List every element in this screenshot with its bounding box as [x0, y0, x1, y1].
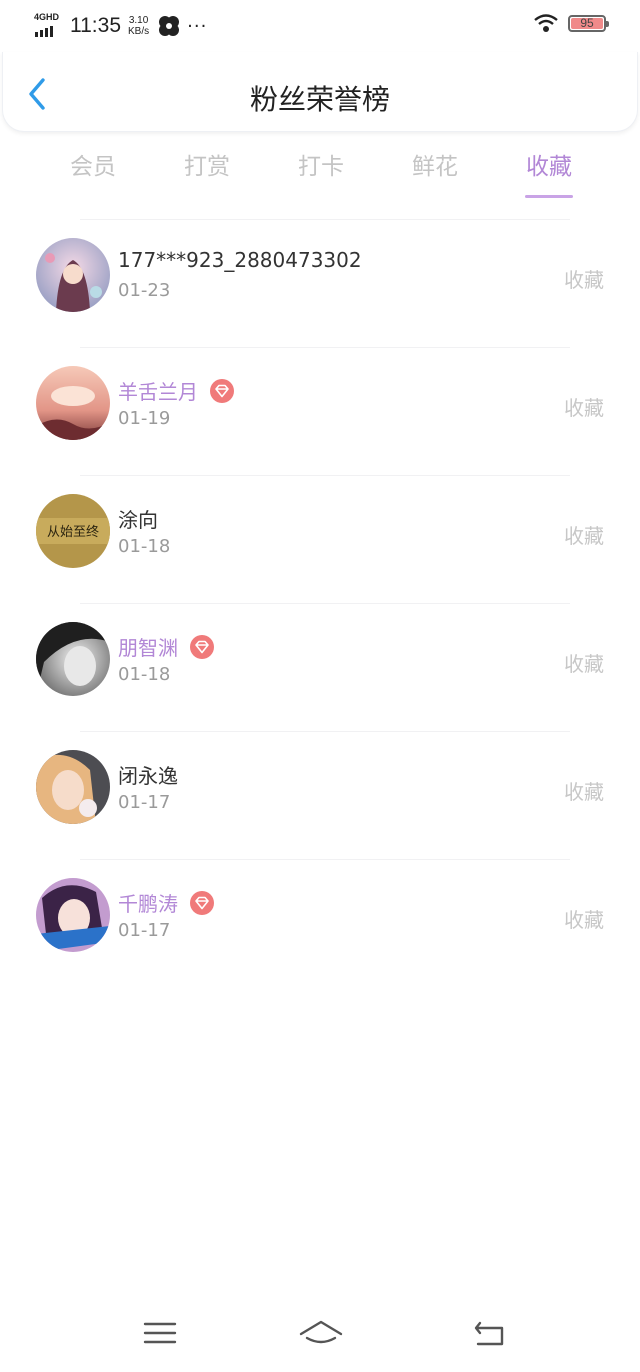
diamond-icon — [190, 634, 214, 659]
fan-name-text: 闭永逸 — [118, 764, 178, 788]
cellular-signal-icon: 4GHD — [34, 12, 64, 40]
list-item[interactable]: 闭永逸 01-17 收藏 — [0, 732, 640, 860]
fan-date: 01-17 — [118, 920, 171, 941]
fan-icon — [159, 16, 180, 36]
diamond-icon — [210, 378, 234, 403]
status-bar: 4GHD 11:35 3.10 KB/s ··· 95 — [0, 0, 640, 52]
fan-date: 01-23 — [118, 280, 171, 301]
network-speed: 3.10 KB/s — [128, 15, 149, 37]
fan-name-text: 羊舌兰月 — [118, 380, 198, 404]
fan-name: 涂向 — [118, 504, 158, 533]
avatar — [36, 750, 110, 824]
favorite-action[interactable]: 收藏 — [564, 392, 604, 421]
list-item[interactable]: 朋智渊 01-18 收藏 — [0, 604, 640, 732]
avatar: 从始至终 — [36, 494, 110, 568]
tab-member[interactable]: 会员 — [36, 150, 150, 198]
return-icon[interactable] — [470, 1316, 510, 1350]
fan-date: 01-18 — [118, 536, 171, 557]
fan-date: 01-17 — [118, 792, 171, 813]
tab-checkin[interactable]: 打卡 — [264, 150, 378, 198]
battery-level: 95 — [580, 15, 594, 30]
status-time: 11:35 — [70, 14, 121, 37]
page-title: 粉丝荣誉榜 — [249, 83, 390, 116]
wifi-icon — [534, 14, 558, 32]
fan-name-text: 朋智渊 — [118, 636, 178, 660]
avatar-text: 从始至终 — [47, 524, 99, 540]
avatar — [36, 238, 110, 312]
avatar — [36, 622, 110, 696]
diamond-icon — [190, 890, 214, 915]
list-item[interactable]: 千鹏涛 01-17 收藏 — [0, 860, 640, 988]
more-notifications-icon: ··· — [187, 15, 208, 37]
fan-name-text: 涂向 — [118, 508, 158, 532]
fan-name: 朋智渊 — [118, 632, 214, 661]
fan-name: 羊舌兰月 — [118, 376, 234, 405]
tab-flower[interactable]: 鲜花 — [378, 150, 492, 198]
favorite-action[interactable]: 收藏 — [564, 776, 604, 805]
fan-name: 千鹏涛 — [118, 888, 214, 917]
tab-reward[interactable]: 打赏 — [150, 150, 264, 198]
favorite-action[interactable]: 收藏 — [564, 520, 604, 549]
fan-name: 闭永逸 — [118, 760, 178, 789]
tab-bar: 会员 打赏 打卡 鲜花 收藏 — [36, 150, 606, 200]
favorite-action[interactable]: 收藏 — [564, 264, 604, 293]
fan-name-text: 千鹏涛 — [118, 892, 178, 916]
network-type: 4GHD — [34, 12, 60, 22]
home-icon[interactable] — [298, 1316, 344, 1350]
list-item[interactable]: 羊舌兰月 01-19 收藏 — [0, 348, 640, 476]
avatar — [36, 366, 110, 440]
list-item[interactable]: 从始至终 涂向 01-18 收藏 — [0, 476, 640, 604]
fan-list: 177***923_2880473302 01-23 收藏 羊舌兰月 01-19… — [0, 220, 640, 988]
avatar — [36, 878, 110, 952]
favorite-action[interactable]: 收藏 — [564, 904, 604, 933]
fan-date: 01-19 — [118, 408, 171, 429]
system-nav-bar — [0, 1302, 640, 1372]
top-header: 粉丝荣誉榜 — [2, 52, 638, 132]
battery-icon: 95 — [568, 14, 609, 32]
network-speed-unit: KB/s — [128, 26, 150, 37]
list-item[interactable]: 177***923_2880473302 01-23 收藏 — [0, 220, 640, 348]
network-speed-value: 3.10 — [128, 15, 149, 26]
fan-date: 01-18 — [118, 664, 171, 685]
fan-name-text: 177***923_2880473302 — [118, 248, 362, 272]
fan-name: 177***923_2880473302 — [118, 248, 362, 272]
tab-favorite[interactable]: 收藏 — [492, 150, 606, 198]
menu-icon[interactable] — [140, 1316, 180, 1350]
favorite-action[interactable]: 收藏 — [564, 648, 604, 677]
